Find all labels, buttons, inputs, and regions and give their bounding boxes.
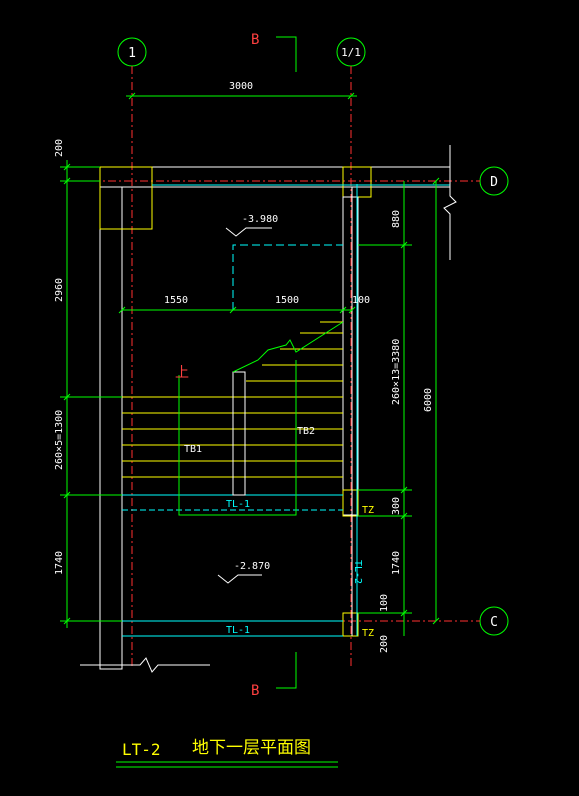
section-mark-top: B [251,32,259,48]
drawing-title: LT-2 地下一层平面图 [116,738,338,768]
wall-left [99,186,123,670]
level-mark-lower: -2.870 [217,561,270,584]
level-mark-upper: -3.980 [225,214,278,237]
svg-text:1550: 1550 [164,295,188,306]
dim-left-chain: 200 2960 260×5=1300 1740 [54,139,122,628]
dim-right-chain: 880 260×13=3380 300 1740 100 200 6000 [358,177,440,653]
svg-text:1500: 1500 [275,295,299,306]
svg-text:200: 200 [54,139,65,157]
walking-line [178,360,297,516]
dim-top-3000: 3000 [126,81,357,100]
svg-text:1740: 1740 [54,551,65,575]
svg-text:6000: 6000 [423,388,434,412]
section-cut-bottom [276,652,297,689]
svg-text:260×5=1300: 260×5=1300 [54,410,65,470]
svg-text:200: 200 [379,635,390,653]
section-cut-top [276,36,297,72]
break-line-right [443,145,457,260]
drawing-name: 地下一层平面图 [192,738,311,758]
tl1-bottom-label: TL-1 [226,625,250,636]
svg-text:2960: 2960 [54,278,65,302]
svg-text:880: 880 [391,210,402,228]
drawing-code: LT-2 [122,740,161,759]
dim-run-row: 1550 1500 100 [118,295,370,314]
svg-text:D: D [490,175,498,190]
axis-D-bubble: D [479,166,509,196]
svg-text:3000: 3000 [229,81,253,92]
section-mark-bottom: B [251,683,259,699]
axis-C-bubble: C [479,606,509,636]
svg-text:-2.870: -2.870 [234,561,270,572]
svg-text:100: 100 [379,594,390,612]
tb1-label: TB1 [184,444,202,455]
tb2-label: TB2 [297,426,315,437]
tz-top-label: TZ [362,505,374,516]
svg-text:-3.980: -3.980 [242,214,278,225]
svg-text:C: C [490,615,498,630]
axis-1-1-label: 1/1 [341,46,361,59]
tz-bottom-label: TZ [362,628,374,639]
axis-1-1-bubble: 1/1 [336,37,366,67]
axis-1-bubble: 1 [117,37,147,67]
tl2-label: TL-2 [352,560,363,584]
column-top-left [99,166,153,230]
axis-1-label: 1 [128,46,136,61]
up-label: 上 [175,365,189,381]
tl1-mid-label: TL-1 [226,499,250,510]
svg-text:100: 100 [352,295,370,306]
stair-plan-drawing: 1 1/1 B B 3000 D C -3.980 -2.870 上 TB1 T… [54,32,509,768]
svg-text:300: 300 [391,497,402,515]
svg-text:1740: 1740 [391,551,402,575]
svg-text:260×13=3380: 260×13=3380 [391,339,402,405]
